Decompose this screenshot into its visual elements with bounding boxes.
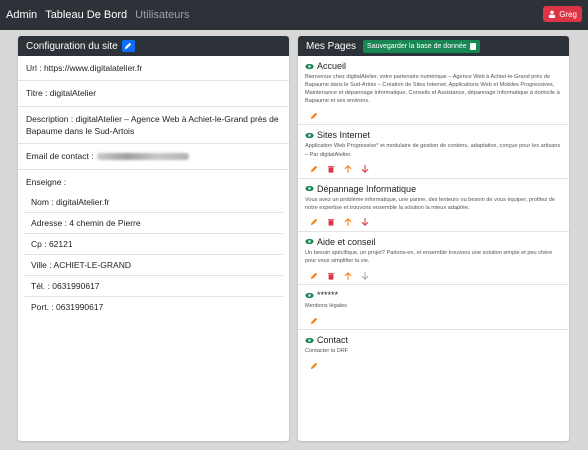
enseigne-tel: Tél. : 0631990617 [24,276,283,297]
edit-config-button[interactable] [121,40,135,52]
config-url: Url : https://www.digitalatelier.fr [18,56,289,82]
save-database-label: Sauvegarder la base de donnée [367,42,467,50]
arrow-down-icon[interactable] [361,271,369,280]
arrow-up-icon[interactable] [344,271,352,280]
eye-icon[interactable] [305,132,314,139]
page-desc-depannage: Vous avez un problème informatique, une … [305,196,556,211]
page-desc-sites-internet: Application Web Progressive* et modulair… [305,143,561,158]
pencil-icon[interactable] [310,362,318,370]
pencil-icon[interactable] [310,317,318,325]
arrow-down-icon[interactable] [361,165,369,173]
enseigne-adresse: Adresse : 4 chemin de Pierre [24,213,283,234]
config-enseigne-label: Enseigne : [26,176,67,187]
enseigne-port: Port. : 0631990617 [31,301,104,312]
pencil-icon[interactable] [310,112,318,120]
page-desc-accueil: Bienvenue chez digitalAtelier, votre par… [305,74,560,105]
config-email-value-blurred [96,152,189,160]
pencil-icon[interactable] [310,165,318,173]
site-config-panel: Configuration du site Url : https://www.… [18,36,289,441]
enseigne-ville: Ville : ACHIET-LE-GRAND [24,255,283,276]
arrow-up-icon[interactable] [344,218,352,227]
page-desc-mentions: Mentions légales [305,303,347,310]
page-item-aide-conseil: Aide et conseil Un besoin spécifique, un… [298,232,569,286]
page-item-sites-internet: Sites Internet Application Web Progressi… [298,125,569,179]
trash-icon[interactable] [327,165,335,173]
page-item-contact: Contact Contacter la DRF [298,330,569,374]
eye-icon[interactable] [305,185,314,192]
enseigne-list: Nom : digitalAtelier.fr Adresse : 4 chem… [24,192,283,317]
eye-icon[interactable] [305,63,314,70]
page-item-mentions: ****** Mentions légales [298,285,569,331]
eye-icon[interactable] [305,238,314,245]
database-icon [469,42,476,50]
user-name: Greg [559,9,577,19]
user-menu-button[interactable]: Greg [543,6,582,22]
site-config-title: Configuration du site [26,40,118,52]
config-email-label: Email de contact : [26,151,94,162]
pages-panel: Mes Pages Sauvegarder la base de donnée … [298,36,569,441]
page-title-depannage: Dépannage Informatique [317,183,417,194]
trash-icon[interactable] [327,272,335,280]
site-config-header: Configuration du site [18,36,289,56]
page-desc-contact: Contacter la DRF [305,348,349,355]
page-title-accueil: Accueil [317,61,347,71]
enseigne-nom: Nom : digitalAtelier.fr [24,192,283,213]
eye-icon[interactable] [305,337,314,344]
page-item-accueil: Accueil Bienvenue chez digitalAtelier, v… [298,56,569,126]
config-description: Description : digitalAtelier – Agence We… [18,107,289,145]
user-icon [549,10,556,18]
nav-brand-admin[interactable]: Admin [6,9,37,21]
arrow-up-icon[interactable] [344,165,352,174]
pencil-icon[interactable] [310,272,318,280]
nav-link-dashboard[interactable]: Tableau De Bord [45,9,127,21]
page-title-mentions: ****** [317,290,339,301]
page-title-aide-conseil: Aide et conseil [317,236,376,247]
page-title-sites-internet: Sites Internet [317,130,371,141]
pages-header: Mes Pages Sauvegarder la base de donnée [298,36,569,56]
pencil-icon[interactable] [310,218,318,226]
nav-link-users[interactable]: Utilisateurs [135,9,189,21]
enseigne-cp: Cp : 62121 [24,234,283,255]
page-item-depannage: Dépannage Informatique Vous avez un prob… [298,179,569,232]
eye-icon[interactable] [305,292,314,299]
page-title-contact: Contact [317,335,349,346]
top-navbar: Admin Tableau De Bord Utilisateurs Greg [0,0,588,30]
config-email: Email de contact : [18,144,289,170]
trash-icon[interactable] [327,218,335,226]
pages-title: Mes Pages [306,40,357,52]
save-database-button[interactable]: Sauvegarder la base de donnée [363,39,480,53]
page-desc-aide-conseil: Un besoin spécifique, un projet? Parlons… [305,249,553,264]
arrow-down-icon[interactable] [361,218,369,227]
config-titre: Titre : digitalAtelier [18,81,289,107]
pencil-icon [125,42,132,50]
